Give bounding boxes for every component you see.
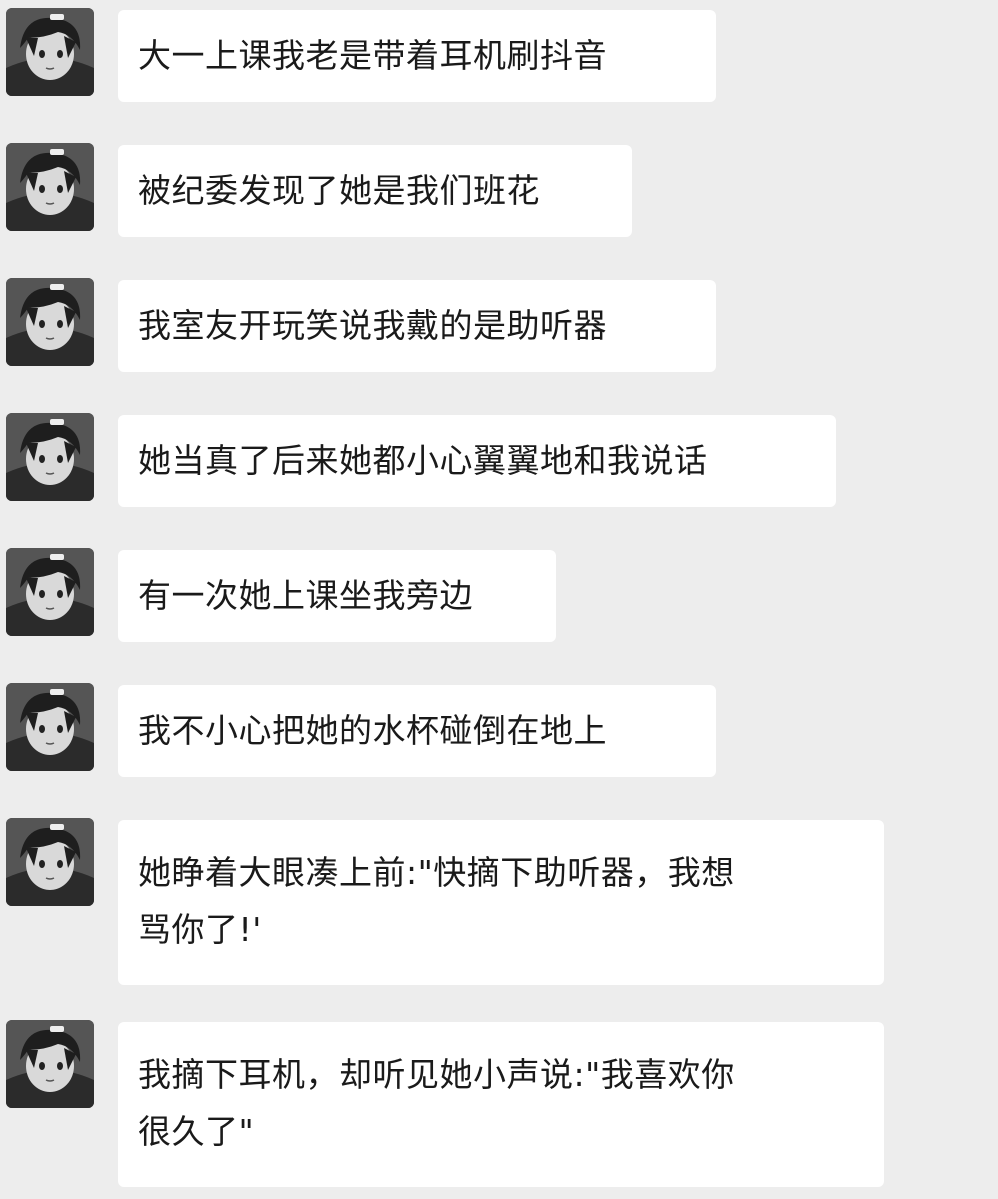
message-bubble: 她当真了后来她都小心翼翼地和我说话 — [118, 415, 836, 507]
avatar-image — [6, 818, 94, 906]
avatar[interactable] — [6, 548, 94, 636]
avatar[interactable] — [6, 413, 94, 501]
message-bubble: 我不小心把她的水杯碰倒在地上 — [118, 685, 716, 777]
chat-area: 大一上课我老是带着耳机刷抖音 被纪委发现了她是我们班花 我室友开玩笑说我戴的是助… — [0, 0, 998, 1199]
message-text: 被纪委发现了她是我们班花 — [138, 171, 540, 210]
avatar[interactable] — [6, 278, 94, 366]
avatar-image — [6, 413, 94, 501]
avatar[interactable] — [6, 818, 94, 906]
message-text: 她当真了后来她都小心翼翼地和我说话 — [138, 441, 708, 480]
avatar[interactable] — [6, 1020, 94, 1108]
message-bubble: 我摘下耳机，却听见她小声说:"我喜欢你 很久了" — [118, 1022, 884, 1187]
message-bubble: 大一上课我老是带着耳机刷抖音 — [118, 10, 716, 102]
avatar[interactable] — [6, 683, 94, 771]
avatar-image — [6, 278, 94, 366]
message-text-line: 我摘下耳机，却听见她小声说:"我喜欢你 — [138, 1055, 735, 1094]
avatar-image — [6, 143, 94, 231]
message-text: 大一上课我老是带着耳机刷抖音 — [138, 36, 607, 75]
message-text: 我室友开玩笑说我戴的是助听器 — [138, 306, 607, 345]
avatar-image — [6, 8, 94, 96]
message-bubble: 她睁着大眼凑上前:"快摘下助听器，我想 骂你了!' — [118, 820, 884, 985]
avatar-image — [6, 1020, 94, 1108]
message-bubble: 被纪委发现了她是我们班花 — [118, 145, 632, 237]
message-text-line: 她睁着大眼凑上前:"快摘下助听器，我想 — [138, 853, 735, 892]
avatar[interactable] — [6, 143, 94, 231]
message-bubble: 我室友开玩笑说我戴的是助听器 — [118, 280, 716, 372]
message-text-line: 很久了" — [138, 1112, 255, 1151]
message-text: 我不小心把她的水杯碰倒在地上 — [138, 711, 607, 750]
message-text: 有一次她上课坐我旁边 — [138, 576, 473, 615]
message-bubble: 有一次她上课坐我旁边 — [118, 550, 556, 642]
avatar-image — [6, 683, 94, 771]
avatar-image — [6, 548, 94, 636]
avatar[interactable] — [6, 8, 94, 96]
message-text-line: 骂你了!' — [138, 910, 262, 949]
